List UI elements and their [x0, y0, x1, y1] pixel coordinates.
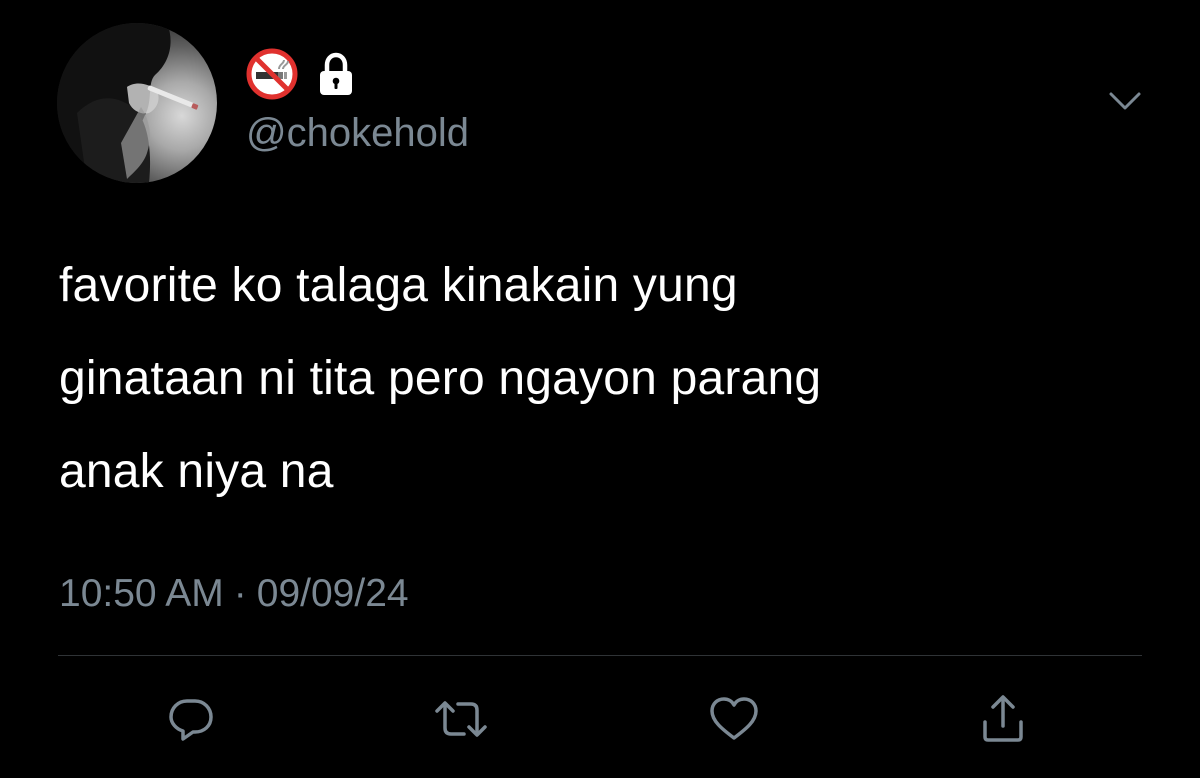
- avatar[interactable]: [57, 23, 217, 183]
- display-name[interactable]: [246, 48, 356, 101]
- tweet-time: 10:50 AM: [59, 572, 224, 615]
- divider: [58, 655, 1142, 656]
- tweet-text-line: anak niya na: [59, 445, 334, 498]
- share-icon: [979, 694, 1027, 744]
- tweet-text: favorite ko talaga kinakain yung ginataa…: [59, 239, 1139, 518]
- tweet-text-line: favorite ko talaga kinakain yung: [59, 259, 738, 312]
- like-icon: [708, 695, 760, 743]
- share-button[interactable]: [974, 690, 1032, 748]
- reply-icon: [167, 695, 215, 743]
- tweet-timestamp[interactable]: 10:50 AM · 09/09/24: [59, 569, 409, 619]
- retweet-icon: [434, 695, 488, 743]
- lock-icon: [316, 52, 356, 101]
- avatar-photo: [57, 23, 199, 183]
- reply-button[interactable]: [162, 690, 220, 748]
- tweet-text-line: ginataan ni tita pero ngayon parang: [59, 352, 822, 405]
- chevron-down-icon[interactable]: [1108, 89, 1142, 113]
- user-handle[interactable]: @chokehold: [246, 110, 469, 156]
- retweet-button[interactable]: [432, 690, 490, 748]
- tweet-date: 09/09/24: [256, 572, 409, 615]
- like-button[interactable]: [705, 690, 763, 748]
- meta-separator: ·: [233, 572, 247, 615]
- no-smoking-icon: [246, 48, 298, 105]
